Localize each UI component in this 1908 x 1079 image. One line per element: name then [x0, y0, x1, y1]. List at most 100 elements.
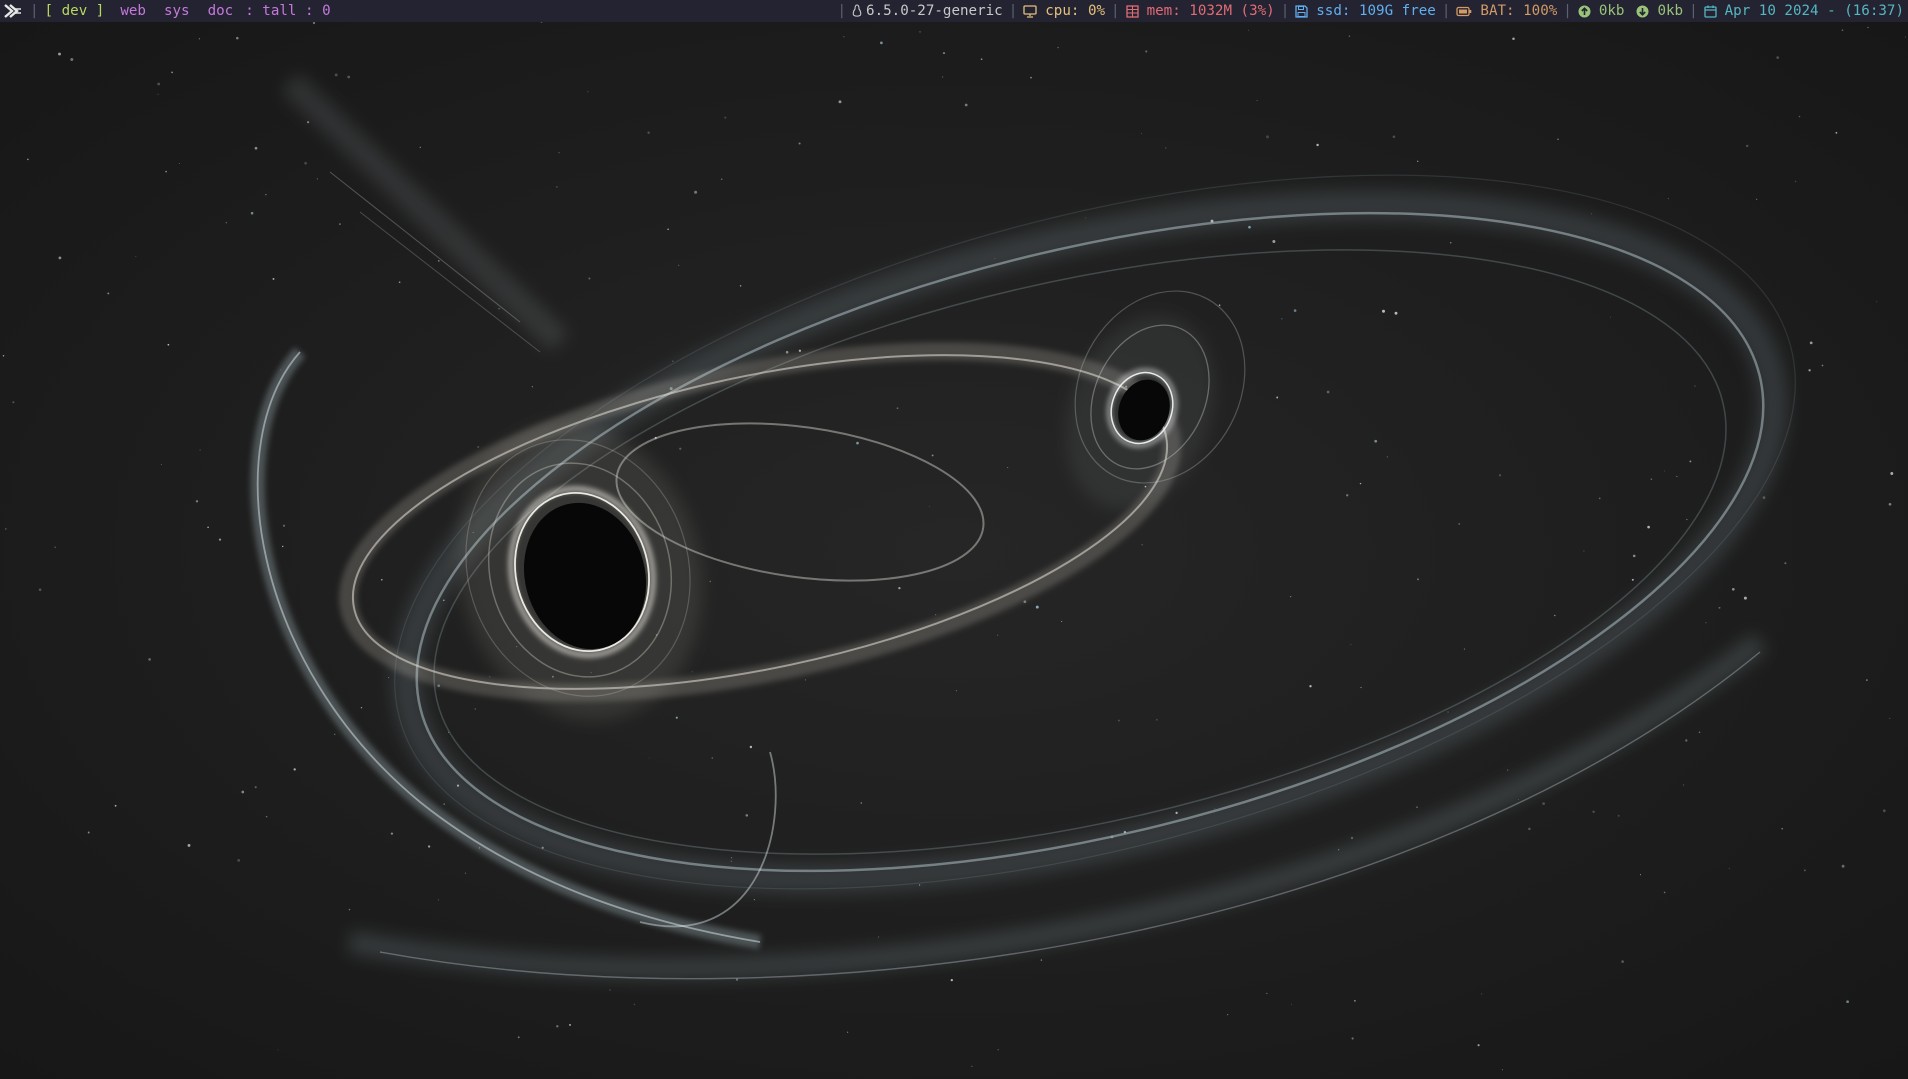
star — [207, 526, 209, 529]
star — [1350, 643, 1352, 645]
star — [1528, 827, 1531, 831]
star — [1290, 1003, 1293, 1005]
star — [691, 671, 693, 673]
star — [241, 790, 245, 794]
star — [347, 75, 351, 79]
star — [531, 386, 534, 388]
star — [955, 690, 957, 692]
star — [178, 162, 180, 164]
star — [464, 872, 466, 874]
star — [648, 757, 650, 759]
star — [1360, 686, 1362, 689]
star — [896, 407, 899, 410]
star — [272, 277, 275, 280]
star — [1085, 217, 1087, 219]
star — [1698, 731, 1701, 734]
star — [1256, 100, 1258, 102]
star — [798, 349, 802, 352]
star — [312, 22, 316, 25]
star — [1804, 869, 1806, 872]
star — [1507, 769, 1509, 771]
xmonad-logo-icon[interactable] — [2, 0, 24, 22]
star — [1512, 37, 1515, 41]
star — [1617, 814, 1620, 817]
star — [929, 506, 930, 508]
star — [1040, 959, 1043, 961]
star — [489, 676, 491, 678]
star — [254, 146, 258, 150]
star — [950, 978, 953, 982]
workspace-doc[interactable]: doc — [199, 0, 243, 22]
star — [1281, 318, 1283, 320]
cpu-widget: cpu: 0% — [1023, 0, 1105, 22]
star — [199, 449, 201, 451]
star — [1035, 605, 1039, 609]
star — [1809, 341, 1813, 345]
star — [679, 447, 682, 450]
star — [1416, 806, 1418, 808]
star — [157, 82, 161, 86]
star — [877, 936, 880, 938]
star — [333, 733, 336, 736]
star — [1667, 198, 1669, 200]
star — [1743, 596, 1747, 600]
star — [1542, 802, 1546, 806]
calendar-icon — [1703, 5, 1717, 18]
star — [477, 445, 480, 448]
separator: | — [1111, 3, 1120, 19]
star — [1351, 1037, 1354, 1040]
star — [1664, 470, 1665, 472]
star — [304, 161, 307, 165]
star — [1876, 301, 1878, 303]
separator: | — [1280, 3, 1290, 19]
layout-indicator[interactable]: : tall : 0 — [242, 0, 330, 22]
star — [1728, 867, 1730, 869]
star — [265, 815, 268, 818]
workspace-sys[interactable]: sys — [155, 0, 199, 22]
star — [107, 292, 110, 295]
star — [437, 899, 440, 901]
star — [282, 545, 284, 548]
star — [667, 228, 669, 230]
star — [1248, 225, 1251, 229]
star — [1449, 241, 1452, 244]
star — [474, 708, 476, 710]
star — [1145, 50, 1148, 53]
memory-widget: mem: 1032M (3%) — [1125, 0, 1275, 22]
star — [1061, 620, 1063, 623]
star — [148, 658, 151, 661]
star — [1463, 648, 1465, 650]
star — [1776, 56, 1780, 59]
star — [443, 803, 445, 805]
star — [677, 264, 680, 267]
star — [1598, 497, 1601, 500]
star — [4, 528, 7, 530]
star — [633, 1003, 636, 1006]
star — [1808, 369, 1811, 372]
star — [1781, 827, 1784, 830]
desktop-wallpaper — [0, 22, 1908, 1079]
star — [58, 52, 61, 56]
workspace-dev[interactable]: [ dev ] — [45, 0, 105, 22]
download-arrow-icon — [1636, 5, 1649, 18]
star — [1841, 29, 1844, 32]
star — [1888, 502, 1892, 506]
star — [1175, 811, 1178, 815]
star — [898, 586, 901, 590]
star — [1821, 364, 1824, 367]
star — [731, 857, 733, 859]
star — [1554, 614, 1556, 617]
star — [1890, 472, 1894, 475]
star — [38, 588, 42, 592]
star — [1685, 739, 1688, 742]
star — [1501, 1069, 1503, 1071]
star — [1592, 810, 1595, 813]
star — [1882, 809, 1886, 813]
separator: | — [1689, 3, 1698, 19]
star — [739, 285, 742, 287]
workspace-web[interactable]: web — [104, 0, 155, 22]
star — [941, 76, 944, 78]
star — [1676, 475, 1678, 477]
separator: | — [837, 3, 847, 19]
star — [1583, 550, 1585, 552]
